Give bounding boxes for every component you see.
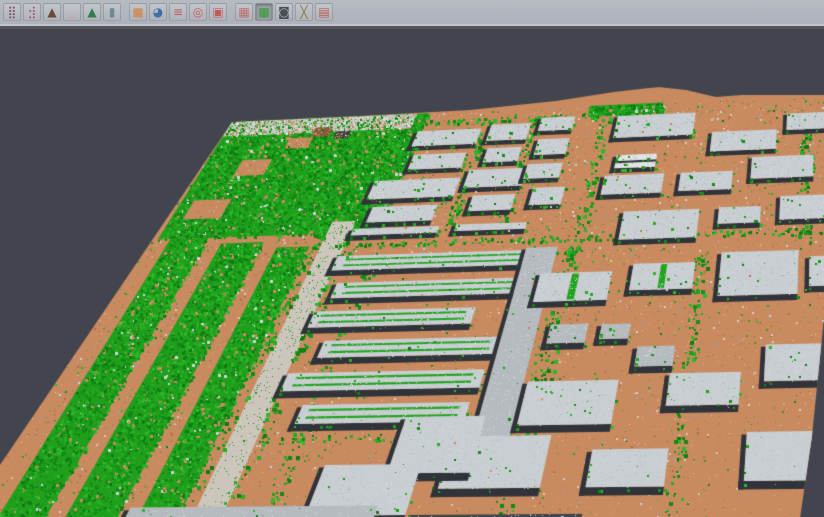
sparse-points-icon[interactable]: ⣀ (63, 3, 81, 21)
ground-patch-icon[interactable]: ■ (129, 3, 147, 21)
classification-map-icon-glyph: ▩ (258, 6, 269, 18)
marquee-select-icon[interactable]: ▣ (209, 3, 227, 21)
sparse-points-icon-glyph: ⣀ (68, 6, 77, 18)
point-cloud-icon[interactable]: ⣿ (3, 3, 21, 21)
layers-list-icon[interactable]: ≡ (169, 3, 187, 21)
3d-point-cloud-viewport[interactable] (0, 29, 824, 517)
elevation-column-icon[interactable]: ▮ (103, 3, 121, 21)
camera-icon[interactable]: ◙ (275, 3, 293, 21)
classification-map-icon[interactable]: ▩ (255, 3, 273, 21)
classify-points-icon-glyph: ⣺ (28, 6, 37, 18)
toolbar-group-separator (122, 3, 128, 21)
ring-select-icon[interactable]: ◎ (189, 3, 207, 21)
striped-card-icon-glyph: ▤ (318, 6, 329, 18)
cross-marks-icon[interactable]: ╳ (295, 3, 313, 21)
vegetation-hill-icon-glyph: ▲ (87, 6, 96, 18)
ground-patch-icon-glyph: ■ (132, 6, 143, 18)
terrain-mound-icon-glyph: ▲ (47, 6, 56, 18)
globe-icon-glyph: ◕ (153, 6, 163, 18)
grid-tile-icon-glyph: ▦ (238, 6, 249, 18)
toolbar: ⣿ ⣺ ▲ ⣀ ▲ ▮ ■ ◕ ≡ ◎ ▣ ▦ ▩ ◙ ╳ ▤ (0, 0, 824, 24)
vegetation-hill-icon[interactable]: ▲ (83, 3, 101, 21)
elevation-column-icon-glyph: ▮ (109, 6, 116, 18)
application-window: ⣿ ⣺ ▲ ⣀ ▲ ▮ ■ ◕ ≡ ◎ ▣ ▦ ▩ ◙ ╳ ▤ (0, 0, 824, 517)
layers-list-icon-glyph: ≡ (173, 6, 183, 18)
camera-icon-glyph: ◙ (278, 6, 290, 18)
viewport-panel (0, 29, 824, 517)
globe-icon[interactable]: ◕ (149, 3, 167, 21)
terrain-mound-icon[interactable]: ▲ (43, 3, 61, 21)
toolbar-group-separator (228, 3, 234, 21)
marquee-select-icon-glyph: ▣ (212, 6, 223, 18)
striped-card-icon[interactable]: ▤ (315, 3, 333, 21)
ring-select-icon-glyph: ◎ (193, 6, 203, 18)
point-cloud-icon-glyph: ⣿ (8, 6, 17, 18)
grid-tile-icon[interactable]: ▦ (235, 3, 253, 21)
cross-marks-icon-glyph: ╳ (300, 6, 307, 18)
classify-points-icon[interactable]: ⣺ (23, 3, 41, 21)
